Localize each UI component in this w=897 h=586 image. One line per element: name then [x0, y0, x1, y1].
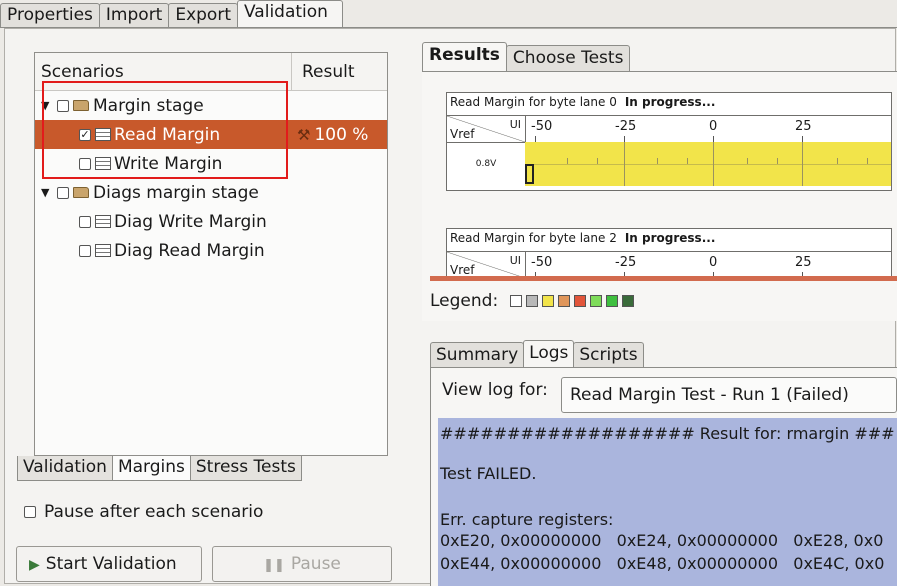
pause-after-scenario-label: Pause after each scenario [44, 502, 264, 522]
left-tab-bar: Validation Margins Stress Tests [17, 456, 302, 482]
margin-table-lane0: Read Margin for byte lane 0 In progress..… [446, 92, 892, 191]
legend-label: Legend: [430, 291, 499, 311]
highlight-box [42, 81, 288, 179]
tab-export[interactable]: Export [168, 3, 238, 28]
grid-tick [867, 158, 868, 164]
tick-label: 25 [795, 255, 812, 270]
checkbox[interactable] [79, 215, 91, 228]
grid-line [525, 164, 891, 165]
play-icon: ▶ [29, 557, 40, 573]
legend-swatch [590, 295, 603, 307]
log-tab-bar: Summary Logs Scripts [430, 340, 644, 368]
tab-validation-sub[interactable]: Validation [17, 456, 113, 481]
grid-line [713, 142, 714, 186]
vref-label: Vref [450, 263, 475, 277]
legend-swatch [606, 295, 619, 307]
margin-table-title: Read Margin for byte lane 2 In progress..… [450, 231, 716, 245]
table-icon [95, 215, 111, 228]
margin-axis: Vref UI -50 -25 0 25 [447, 251, 891, 278]
folder-icon [73, 187, 89, 198]
log-line: ################### Result for: rmargin … [440, 424, 895, 443]
pause-after-scenario-option[interactable]: Pause after each scenario [24, 502, 263, 522]
tab-scripts[interactable]: Scripts [573, 342, 644, 368]
tab-results[interactable]: Results [422, 42, 507, 72]
log-line: Err. capture registers: [440, 510, 614, 529]
tree-row-diags-margin-stage[interactable]: ▼ Diags margin stage [35, 178, 387, 207]
tree-row-label: Diags margin stage [93, 182, 259, 203]
tree-row-label: Diag Write Margin [114, 211, 267, 232]
pause-button-label: Pause [290, 554, 341, 574]
margin-axis: Vref UI -50 -25 0 25 [447, 115, 891, 143]
vref-ui-header: Vref UI [447, 116, 526, 142]
legend-swatch [526, 295, 539, 307]
table-icon [95, 244, 111, 257]
margin-status: In progress... [624, 95, 716, 109]
grid-tick [777, 158, 778, 164]
tab-validation[interactable]: Validation [237, 0, 343, 28]
legend-swatch [622, 295, 635, 307]
top-tab-bar: Properties Import Export Validation [0, 0, 897, 28]
tick-label: -50 [531, 255, 553, 270]
hammer-icon: ⚒ [297, 125, 311, 144]
tab-summary[interactable]: Summary [430, 342, 525, 368]
checkbox[interactable] [79, 244, 91, 257]
tick-label: -25 [615, 119, 637, 134]
grid-tick [687, 158, 688, 164]
grid-tick [567, 158, 568, 164]
grid-line [802, 142, 803, 186]
tick-label: 25 [795, 119, 812, 134]
vref-row-label: 0.8V [447, 142, 526, 186]
result-column-header[interactable]: Result [292, 53, 387, 90]
legend-swatch [542, 295, 555, 307]
tree-row-label: Diag Read Margin [114, 240, 265, 261]
grid-tick [837, 158, 838, 164]
margin-table-lane2: Read Margin for byte lane 2 In progress..… [446, 228, 892, 278]
checkbox[interactable] [57, 186, 69, 199]
tab-margins[interactable]: Margins [111, 456, 191, 481]
tree-row-diag-write-margin[interactable]: Diag Write Margin [35, 207, 387, 236]
grid-line [624, 142, 625, 186]
ui-label: UI [509, 254, 521, 267]
margin-row-0v8: 0.8V [447, 142, 891, 186]
legend-swatch [510, 295, 523, 307]
result-cell: ⚒ 100 % [297, 125, 368, 145]
tick-label: -25 [615, 255, 637, 270]
result-value: 100 % [314, 124, 369, 145]
start-validation-button[interactable]: ▶ Start Validation [16, 546, 202, 582]
pause-checkbox[interactable] [24, 506, 36, 518]
tab-import[interactable]: Import [98, 3, 170, 28]
expand-down-icon[interactable]: ▼ [41, 187, 51, 198]
log-line: 0xE44, 0x00000000 0xE48, 0x00000000 0xE4… [440, 554, 885, 573]
legend-swatch [574, 295, 587, 307]
tick-label: 0 [709, 119, 718, 134]
margin-cursor [525, 164, 534, 184]
tree-row-diag-read-margin[interactable]: Diag Read Margin [35, 236, 387, 265]
margin-status: In progress... [624, 231, 716, 245]
tick-label: -50 [531, 119, 553, 134]
log-line: Test FAILED. [440, 464, 537, 483]
grid-tick [657, 158, 658, 164]
vref-ui-header: Vref UI [447, 252, 526, 278]
view-log-select[interactable]: Read Margin Test - Run 1 (Failed) [561, 377, 897, 413]
legend: Legend: [430, 291, 635, 311]
view-log-label: View log for: [442, 380, 548, 400]
ui-label: UI [509, 118, 521, 131]
start-validation-label: Start Validation [45, 554, 177, 574]
log-output[interactable]: ################### Result for: rmargin … [438, 418, 897, 586]
pause-button[interactable]: ❚❚ Pause [212, 546, 392, 582]
grid-tick [747, 158, 748, 164]
tab-properties[interactable]: Properties [0, 3, 100, 28]
vref-label: Vref [450, 127, 475, 141]
legend-swatch [558, 295, 571, 307]
tab-stress-tests[interactable]: Stress Tests [189, 456, 302, 481]
tab-logs[interactable]: Logs [523, 340, 575, 368]
tick-label: 0 [709, 255, 718, 270]
log-line: 0xE20, 0x00000000 0xE24, 0x00000000 0xE2… [440, 531, 884, 550]
tab-choose-tests[interactable]: Choose Tests [505, 45, 631, 72]
margin-table-title: Read Margin for byte lane 0 In progress..… [450, 95, 716, 109]
pause-icon: ❚❚ [263, 558, 285, 573]
results-tab-bar: Results Choose Tests [422, 42, 631, 72]
scroll-edge-strip [430, 276, 897, 281]
grid-tick [597, 158, 598, 164]
